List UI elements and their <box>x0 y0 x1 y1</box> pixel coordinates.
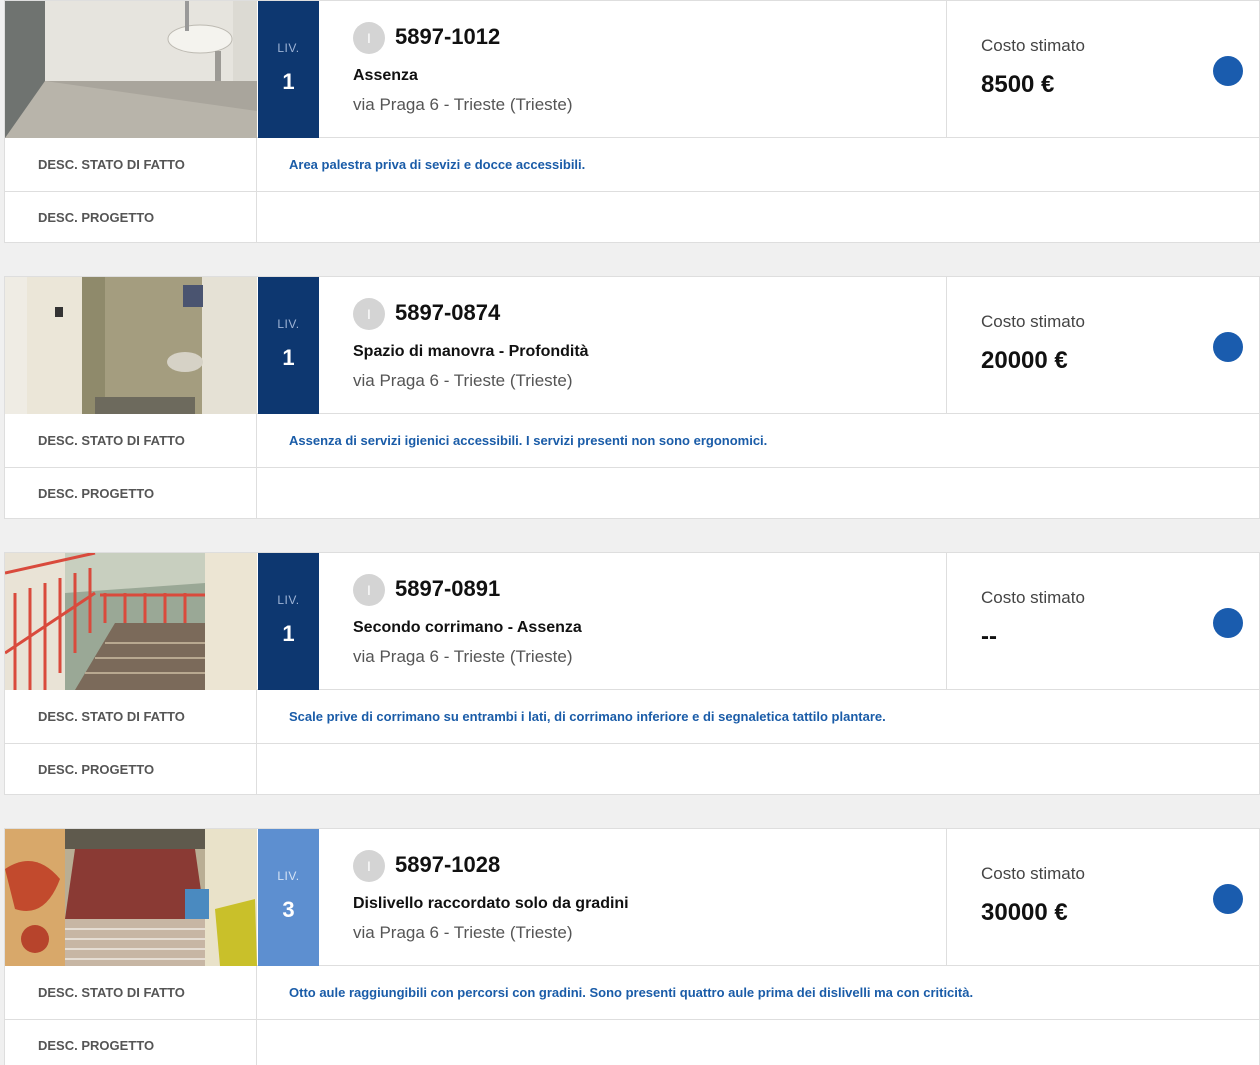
issue-title: Spazio di manovra - Profondità <box>353 343 589 360</box>
issue-photo[interactable] <box>5 829 257 966</box>
issue-card-header[interactable]: LIV. 1 I 5897-1012 Assenza via Praga 6 -… <box>5 1 1260 138</box>
status-dot-icon[interactable] <box>1213 332 1243 362</box>
issue-card: LIV. 1 I 5897-0874 Spazio di manovra - P… <box>4 276 1260 519</box>
progetto-value <box>257 1020 1260 1065</box>
progetto-value <box>257 744 1260 795</box>
stato-label: DESC. STATO DI FATTO <box>5 966 257 1019</box>
bathroom-doorway-photo <box>5 277 257 414</box>
issue-photo[interactable] <box>5 1 257 138</box>
progetto-row: DESC. PROGETTO <box>5 468 1260 519</box>
cost-box: Costo stimato 20000 € <box>947 277 1260 414</box>
level-number: 1 <box>282 69 295 94</box>
issue-card-header[interactable]: LIV. 3 I 5897-1028 Dislivello raccordato… <box>5 829 1260 966</box>
issue-card-header[interactable]: LIV. 1 I 5897-0874 Spazio di manovra - P… <box>5 277 1260 414</box>
cost-box: Costo stimato 30000 € <box>947 829 1260 966</box>
corridor-steps-photo <box>5 829 257 966</box>
issue-title: Dislivello raccordato solo da gradini <box>353 895 629 912</box>
stato-value: Area palestra priva di sevizi e docce ac… <box>289 157 586 172</box>
level-label: LIV. <box>277 317 300 331</box>
progetto-label: DESC. PROGETTO <box>5 744 257 795</box>
status-dot-icon[interactable] <box>1213 884 1243 914</box>
issue-type-badge-icon: I <box>353 298 385 330</box>
issue-info: I 5897-0891 Secondo corrimano - Assenza … <box>319 553 947 690</box>
issue-info: I 5897-1028 Dislivello raccordato solo d… <box>319 829 947 966</box>
issue-type-badge-icon: I <box>353 850 385 882</box>
cost-box: Costo stimato 8500 € <box>947 1 1260 138</box>
issue-address: via Praga 6 - Trieste (Trieste) <box>353 923 573 942</box>
stato-row: DESC. STATO DI FATTO Area palestra priva… <box>5 138 1260 192</box>
stato-value: Scale prive di corrimano su entrambi i l… <box>289 709 886 724</box>
level-box: LIV. 1 <box>258 553 319 690</box>
stato-row: DESC. STATO DI FATTO Scale prive di corr… <box>5 690 1260 744</box>
level-number: 1 <box>282 621 295 646</box>
issue-address: via Praga 6 - Trieste (Trieste) <box>353 95 573 114</box>
cost-box: Costo stimato -- <box>947 553 1260 690</box>
issue-code[interactable]: 5897-1028 <box>395 852 500 878</box>
issue-card: LIV. 1 I 5897-1012 Assenza via Praga 6 -… <box>4 0 1260 243</box>
issue-photo[interactable] <box>5 553 257 690</box>
issue-title: Assenza <box>353 67 418 84</box>
stato-row: DESC. STATO DI FATTO Otto aule raggiungi… <box>5 966 1260 1020</box>
stato-row: DESC. STATO DI FATTO Assenza di servizi … <box>5 414 1260 468</box>
level-box: LIV. 1 <box>258 277 319 414</box>
stato-value: Assenza di servizi igienici accessibili.… <box>289 433 768 448</box>
status-dot-icon[interactable] <box>1213 608 1243 638</box>
issue-card: LIV. 3 I 5897-1028 Dislivello raccordato… <box>4 828 1260 1065</box>
issue-type-badge-icon: I <box>353 574 385 606</box>
level-box: LIV. 1 <box>258 1 319 138</box>
issue-card: LIV. 1 I 5897-0891 Secondo corrimano - A… <box>4 552 1260 795</box>
issue-card-header[interactable]: LIV. 1 I 5897-0891 Secondo corrimano - A… <box>5 553 1260 690</box>
cost-label: Costo stimato <box>981 312 1085 331</box>
cost-value: 20000 € <box>981 347 1068 374</box>
issue-code[interactable]: 5897-0891 <box>395 576 500 602</box>
progetto-row: DESC. PROGETTO <box>5 744 1260 795</box>
cost-label: Costo stimato <box>981 36 1085 55</box>
cost-label: Costo stimato <box>981 864 1085 883</box>
issue-info: I 5897-1012 Assenza via Praga 6 - Triest… <box>319 1 947 138</box>
bathroom-sink-photo <box>5 1 257 138</box>
issue-code[interactable]: 5897-0874 <box>395 300 500 326</box>
cost-value: 30000 € <box>981 899 1068 926</box>
issue-info: I 5897-0874 Spazio di manovra - Profondi… <box>319 277 947 414</box>
stato-label: DESC. STATO DI FATTO <box>5 138 257 191</box>
stato-label: DESC. STATO DI FATTO <box>5 690 257 743</box>
issue-title: Secondo corrimano - Assenza <box>353 619 582 636</box>
issue-code[interactable]: 5897-1012 <box>395 24 500 50</box>
staircase-railing-photo <box>5 553 257 690</box>
cost-label: Costo stimato <box>981 588 1085 607</box>
issue-address: via Praga 6 - Trieste (Trieste) <box>353 647 573 666</box>
status-dot-icon[interactable] <box>1213 56 1243 86</box>
level-label: LIV. <box>277 593 300 607</box>
progetto-row: DESC. PROGETTO <box>5 1020 1260 1065</box>
cost-value: -- <box>981 623 997 650</box>
stato-label: DESC. STATO DI FATTO <box>5 414 257 467</box>
progetto-label: DESC. PROGETTO <box>5 192 257 243</box>
level-label: LIV. <box>277 869 300 883</box>
stato-value: Otto aule raggiungibili con percorsi con… <box>289 985 974 1000</box>
progetto-row: DESC. PROGETTO <box>5 192 1260 243</box>
progetto-value <box>257 192 1260 243</box>
level-label: LIV. <box>277 41 300 55</box>
level-number: 1 <box>282 345 295 370</box>
issue-address: via Praga 6 - Trieste (Trieste) <box>353 371 573 390</box>
level-box: LIV. 3 <box>258 829 319 966</box>
issue-type-badge-icon: I <box>353 22 385 54</box>
level-number: 3 <box>282 897 295 922</box>
issue-photo[interactable] <box>5 277 257 414</box>
progetto-label: DESC. PROGETTO <box>5 1020 257 1065</box>
progetto-label: DESC. PROGETTO <box>5 468 257 519</box>
progetto-value <box>257 468 1260 519</box>
cost-value: 8500 € <box>981 71 1055 98</box>
